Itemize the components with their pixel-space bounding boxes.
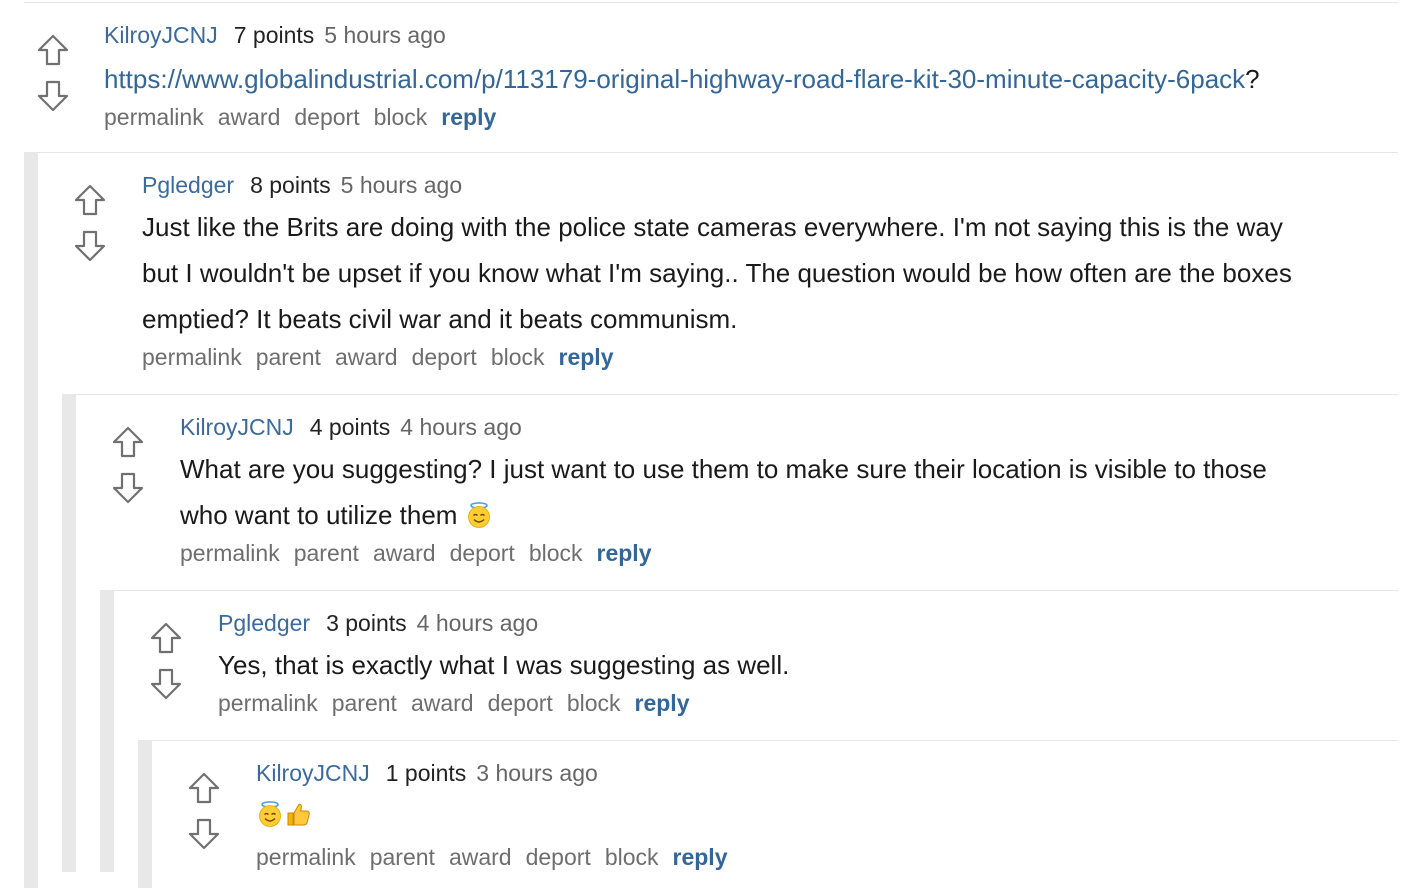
comment-body: Pgledger 3 points 4 hours ago Yes, that is… <box>218 608 1380 718</box>
vote-column <box>111 425 145 505</box>
award-link[interactable]: award <box>373 540 436 566</box>
comment-body: Pgledger 8 points 5 hours ago Just like th… <box>142 170 1380 372</box>
permalink-link[interactable]: permalink <box>218 690 318 716</box>
comment-meta: KilroyJCNJ 4 points 4 hours ago <box>180 412 1380 442</box>
upvote-arrow-icon[interactable] <box>149 621 183 655</box>
deport-link[interactable]: deport <box>526 844 591 870</box>
comment-actions: permalink parent award deport block reply <box>218 688 1380 718</box>
comment-meta: Pgledger 8 points 5 hours ago <box>142 170 1380 200</box>
comment-text: Just like the Brits are doing with the p… <box>142 204 1380 342</box>
thumbs-up-icon <box>284 800 312 828</box>
comment-meta: KilroyJCNJ 7 points 5 hours ago <box>104 20 1398 50</box>
separator <box>76 394 1398 395</box>
block-link[interactable]: block <box>605 844 659 870</box>
award-link[interactable]: award <box>411 690 474 716</box>
author-link[interactable]: Pgledger <box>218 610 310 636</box>
comment-text: What are you suggesting? I just want to … <box>180 446 1380 538</box>
separator <box>38 152 1398 153</box>
text-line: What are you suggesting? I just want to … <box>180 454 1267 484</box>
author-link[interactable]: Pgledger <box>142 172 234 198</box>
block-link[interactable]: block <box>374 104 428 130</box>
comment-body: KilroyJCNJ 7 points 5 hours ago https://ww… <box>104 20 1398 132</box>
product-link[interactable]: https://www.globalindustrial.com/p/11317… <box>104 64 1245 94</box>
comment-actions: permalink parent award deport block reply <box>256 842 1380 872</box>
reply-link[interactable]: reply <box>441 104 496 130</box>
vote-column <box>187 771 221 851</box>
separator <box>152 740 1398 741</box>
downvote-arrow-icon[interactable] <box>36 79 70 113</box>
parent-link[interactable]: parent <box>294 540 359 566</box>
comment-text <box>256 792 1380 834</box>
comment-text: https://www.globalindustrial.com/p/11317… <box>104 62 1398 96</box>
upvote-arrow-icon[interactable] <box>187 771 221 805</box>
parent-link[interactable]: parent <box>332 690 397 716</box>
comment-actions: permalink award deport block reply <box>104 102 1398 132</box>
comment-meta: KilroyJCNJ 1 points 3 hours ago <box>256 758 1380 788</box>
author-link[interactable]: KilroyJCNJ <box>180 414 294 440</box>
link-suffix: ? <box>1245 64 1260 94</box>
text-line: but I wouldn't be upset if you know what… <box>142 258 1292 288</box>
comment-4: KilroyJCNJ 1 points 3 hours ago permalink p… <box>138 740 1398 888</box>
smiling-face-with-halo-icon <box>465 501 493 529</box>
deport-link[interactable]: deport <box>294 104 359 130</box>
timestamp: 4 hours ago <box>400 414 522 440</box>
comment-actions: permalink parent award deport block reply <box>180 538 1380 568</box>
timestamp: 5 hours ago <box>340 172 463 198</box>
permalink-link[interactable]: permalink <box>180 540 280 566</box>
vote-column <box>36 33 70 113</box>
reply-link[interactable]: reply <box>635 690 690 716</box>
vote-column <box>149 621 183 701</box>
text-line: who want to utilize them <box>180 500 458 530</box>
block-link[interactable]: block <box>529 540 583 566</box>
permalink-link[interactable]: permalink <box>142 344 242 370</box>
block-link[interactable]: block <box>567 690 621 716</box>
timestamp: 5 hours ago <box>324 22 446 48</box>
award-link[interactable]: award <box>449 844 512 870</box>
reply-link[interactable]: reply <box>673 844 728 870</box>
separator <box>114 590 1398 591</box>
downvote-arrow-icon[interactable] <box>73 229 107 263</box>
downvote-arrow-icon[interactable] <box>149 667 183 701</box>
text-line: Just like the Brits are doing with the p… <box>142 212 1283 242</box>
deport-link[interactable]: deport <box>488 690 553 716</box>
timestamp: 4 hours ago <box>416 610 539 636</box>
permalink-link[interactable]: permalink <box>104 104 204 130</box>
award-link[interactable]: award <box>335 344 398 370</box>
points: 1 points <box>385 760 467 786</box>
author-link[interactable]: KilroyJCNJ <box>256 760 370 786</box>
comment-body: KilroyJCNJ 1 points 3 hours ago permalink p… <box>256 758 1380 872</box>
permalink-link[interactable]: permalink <box>256 844 356 870</box>
points: 8 points <box>250 172 331 198</box>
text-line: Yes, that is exactly what I was suggesti… <box>218 650 790 680</box>
points: 7 points <box>233 22 315 48</box>
points: 3 points <box>326 610 407 636</box>
smiling-face-with-halo-icon <box>256 800 284 828</box>
deport-link[interactable]: deport <box>412 344 477 370</box>
award-link[interactable]: award <box>218 104 281 130</box>
downvote-arrow-icon[interactable] <box>111 471 145 505</box>
comment-0: KilroyJCNJ 7 points 5 hours ago https://ww… <box>0 0 1416 150</box>
parent-link[interactable]: parent <box>370 844 435 870</box>
downvote-arrow-icon[interactable] <box>187 817 221 851</box>
timestamp: 3 hours ago <box>476 760 598 786</box>
points: 4 points <box>309 414 391 440</box>
vote-column <box>73 183 107 263</box>
parent-link[interactable]: parent <box>256 344 321 370</box>
comment-meta: Pgledger 3 points 4 hours ago <box>218 608 1380 638</box>
reply-link[interactable]: reply <box>597 540 652 566</box>
deport-link[interactable]: deport <box>450 540 515 566</box>
upvote-arrow-icon[interactable] <box>73 183 107 217</box>
comment-text: Yes, that is exactly what I was suggesti… <box>218 642 1380 688</box>
upvote-arrow-icon[interactable] <box>111 425 145 459</box>
author-link[interactable]: KilroyJCNJ <box>104 22 218 48</box>
block-link[interactable]: block <box>491 344 545 370</box>
reply-link[interactable]: reply <box>559 344 614 370</box>
text-line: emptied? It beats civil war and it beats… <box>142 304 738 334</box>
comment-actions: permalink parent award deport block reply <box>142 342 1380 372</box>
text-line-with-emoji: who want to utilize them <box>180 492 1380 538</box>
upvote-arrow-icon[interactable] <box>36 33 70 67</box>
comment-body: KilroyJCNJ 4 points 4 hours ago What are y… <box>180 412 1380 568</box>
